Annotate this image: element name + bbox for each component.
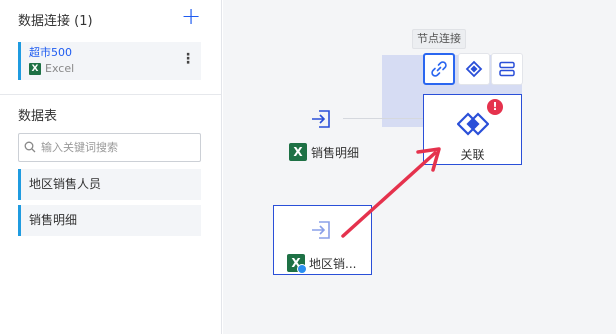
stack-tool-button[interactable]	[491, 53, 523, 85]
excel-icon: X	[289, 143, 307, 161]
more-options-icon[interactable]: ⋮	[181, 52, 195, 68]
join-node[interactable]: ! 关联	[423, 94, 522, 165]
input-arrow-icon[interactable]	[307, 104, 337, 134]
divider	[0, 94, 221, 95]
input-arrow-icon	[312, 221, 330, 239]
region-sales-node[interactable]: X 地区销...	[273, 205, 372, 275]
connector-line	[343, 118, 423, 119]
join-icon	[465, 60, 483, 78]
search-icon	[24, 141, 36, 153]
tables-title: 数据表	[18, 109, 58, 124]
annotation-arrow	[341, 147, 441, 238]
link-icon	[431, 61, 447, 77]
error-badge: !	[487, 99, 503, 115]
node-label-text: 地区销...	[309, 256, 357, 271]
link-button[interactable]	[423, 53, 455, 85]
connections-title: 数据连接 (1)	[18, 14, 93, 29]
add-connection-button[interactable]: +	[180, 4, 202, 28]
connection-item[interactable]: 超市500 X Excel ⋮	[18, 42, 201, 80]
connection-type: X Excel	[29, 62, 74, 75]
table-item-region-sales[interactable]: 地区销售人员	[18, 169, 201, 200]
node-region-sales-label: X 地区销...	[287, 254, 357, 274]
sidebar: 数据连接 (1) + 超市500 X Excel ⋮ 数据表 地区销售人员 销售…	[0, 0, 222, 334]
connection-type-label: Excel	[45, 62, 75, 75]
node-sales-detail-label: X 销售明细	[289, 143, 359, 161]
check-badge-icon	[297, 264, 307, 274]
flow-canvas[interactable]: 节点连接 X 销售明细 ! 关联 X 地区销...	[223, 0, 616, 334]
tooltip: 节点连接	[412, 29, 466, 49]
join-tool-button[interactable]	[458, 53, 490, 85]
search-box	[18, 133, 201, 162]
node-label-text: 销售明细	[311, 145, 360, 160]
join-node-label: 关联	[460, 148, 485, 162]
search-input[interactable]	[41, 138, 196, 157]
table-item-sales-detail[interactable]: 销售明细	[18, 205, 201, 236]
join-diamond-icon	[457, 112, 489, 136]
excel-icon: X	[287, 254, 307, 274]
stack-icon	[499, 61, 515, 77]
connection-name: 超市500	[29, 46, 72, 59]
excel-icon: X	[29, 62, 41, 75]
